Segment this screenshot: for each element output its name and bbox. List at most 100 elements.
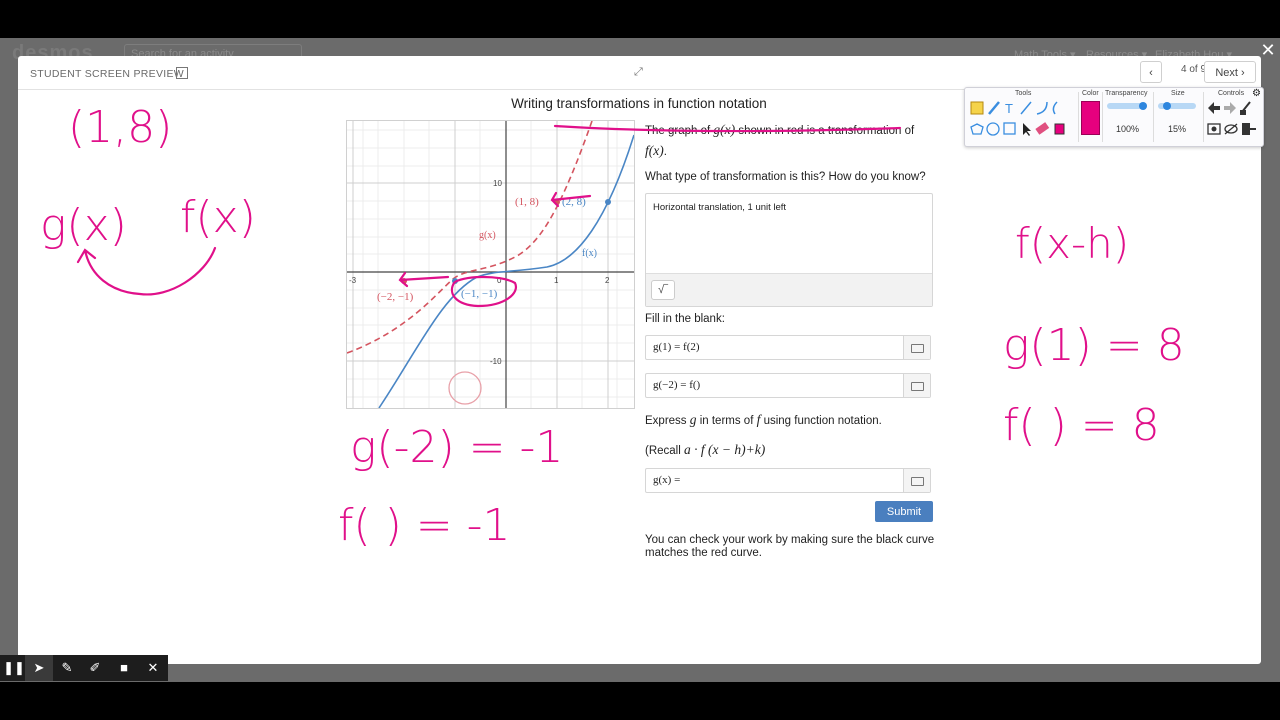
keyboard-button-3[interactable]	[903, 469, 930, 492]
question-2: What type of transformation is this? How…	[645, 171, 926, 183]
keyboard-button-1[interactable]	[903, 336, 930, 359]
tick-x-1: 1	[554, 276, 559, 285]
size-value: 15%	[1168, 124, 1187, 134]
transparency-value: 100%	[1116, 124, 1140, 134]
transparency-knob[interactable]	[1139, 102, 1147, 110]
highlighter-icon[interactable]: ✐	[81, 655, 109, 681]
q1-text-b: shown in red is a	[738, 125, 825, 137]
pointer-icon[interactable]: ➤	[25, 655, 53, 681]
controls-grid[interactable]	[1206, 98, 1262, 144]
cursor-ring	[448, 371, 482, 405]
gx-expression-value: g(x) =	[653, 474, 681, 486]
q4-math-g: g	[689, 412, 697, 427]
rectangle-icon	[1003, 122, 1016, 135]
graph-panel[interactable]: -3 1 2 10 -10 0 g(x) f(x) (1, 8) (2, 8) …	[346, 120, 635, 409]
point-f-neg1-neg1	[452, 278, 458, 284]
color-label: Color	[1082, 90, 1099, 97]
blank-field-2-value: g(−2) = f()	[653, 379, 701, 391]
tick-y-10: 10	[493, 179, 502, 188]
q4-text-a: Express	[645, 415, 687, 427]
point-g-neg2-neg1	[401, 278, 407, 284]
label-point-neg2-neg1: (−2, −1)	[377, 291, 414, 303]
close-preview-icon[interactable]: ✕	[1258, 40, 1278, 60]
pause-icon[interactable]: ❚❚	[0, 655, 28, 681]
controls-label: Controls	[1218, 90, 1245, 97]
q1-math-g: g(x)	[713, 122, 736, 137]
tools-grid[interactable]: T	[969, 98, 1077, 144]
q1-text-d: of	[904, 125, 915, 137]
question-3: Fill in the blank:	[645, 313, 725, 325]
polygon-icon	[970, 123, 984, 135]
recording-toolbar: ❚❚ ➤ ✎ ✐ ■ ✕	[0, 655, 168, 681]
tick-origin: 0	[497, 276, 502, 285]
g-curve-label: g(x)	[479, 230, 496, 241]
point-g-1-8	[554, 199, 560, 205]
undo-icon	[1208, 102, 1220, 114]
text-icon: T	[1005, 101, 1013, 116]
select-arrow-icon	[1023, 123, 1031, 136]
gx-expression-field[interactable]: g(x) =	[645, 468, 931, 493]
answer-toolbar: √‾	[646, 273, 932, 306]
submit-button[interactable]: Submit	[875, 501, 933, 522]
tools-label: Tools	[1015, 90, 1032, 97]
q1-text-c: transformation	[827, 125, 902, 137]
popout-icon[interactable]	[176, 67, 188, 79]
q4-math-f: f	[756, 412, 761, 427]
transparency-label: Transparency	[1105, 90, 1148, 97]
student-preview-modal: STUDENT SCREEN PREVIEW ⤢ ‹ 4 of 9 Next ›…	[18, 56, 1261, 664]
label-point-2-8: (2, 8)	[562, 196, 586, 208]
size-slider[interactable]	[1158, 102, 1196, 110]
blank-field-1[interactable]: g(1) = f(2)	[645, 335, 931, 360]
label-point-1-8: (1, 8)	[515, 196, 539, 208]
next-label: Next	[1215, 67, 1238, 79]
keyboard-button-2[interactable]	[903, 374, 930, 397]
function-graph: -3 1 2 10 -10 0 g(x) f(x) (1, 8) (2, 8) …	[346, 120, 635, 409]
activity-title: Writing transformations in function nota…	[511, 96, 767, 111]
question-4: Express g in terms of f using function n…	[645, 412, 882, 428]
close-icon[interactable]: ✕	[139, 655, 167, 681]
color-swatch[interactable]	[1081, 101, 1100, 135]
fill-bucket-icon	[1054, 123, 1065, 135]
line-icon	[1020, 101, 1032, 115]
pencil-icon	[970, 101, 984, 115]
sketch-toolbar: Tools Color Transparency Size Controls T…	[964, 87, 1264, 147]
keyboard-icon	[911, 477, 924, 486]
transformation-answer-value: Horizontal translation, 1 unit left	[653, 202, 787, 213]
eraser-icon	[1035, 122, 1050, 135]
q1-text-a: The graph of	[645, 125, 711, 137]
question-1: The graph of g(x) shown in red is a tran…	[645, 120, 935, 162]
snapshot-icon	[1207, 123, 1221, 135]
f-curve-label: f(x)	[582, 248, 597, 259]
next-screen-button[interactable]: Next ›	[1204, 61, 1256, 83]
clear-icon	[1240, 101, 1251, 115]
settings-gear-icon[interactable]: ⚙	[1252, 88, 1261, 99]
transparency-slider[interactable]	[1107, 102, 1147, 110]
highlighter-icon	[988, 101, 1000, 115]
q1-math-f: f(x)	[645, 143, 664, 158]
size-label: Size	[1171, 90, 1185, 97]
expand-icon[interactable]: ⤢	[634, 66, 646, 78]
pen-icon[interactable]: ✎	[53, 655, 81, 681]
preview-label: STUDENT SCREEN PREVIEW	[30, 68, 185, 80]
blank-field-1-value: g(1) = f(2)	[653, 341, 700, 353]
sqrt-button[interactable]: √‾	[651, 280, 675, 300]
keyboard-icon	[911, 382, 924, 391]
check-note: You can check your work by making sure t…	[645, 534, 935, 559]
recall-note: (Recall a · f (x − h)+k)	[645, 442, 765, 458]
page-count: 4 of 9	[1181, 64, 1207, 75]
tick-y-neg10: -10	[490, 357, 502, 366]
exit-icon	[1242, 123, 1256, 135]
point-f-2-8	[605, 199, 611, 205]
redo-icon	[1224, 102, 1236, 114]
previous-screen-button[interactable]: ‹	[1140, 61, 1162, 83]
preview-header: STUDENT SCREEN PREVIEW ⤢	[18, 56, 1261, 90]
visibility-icon	[1224, 123, 1238, 135]
size-knob[interactable]	[1162, 102, 1171, 110]
transformation-answer-textarea[interactable]: Horizontal translation, 1 unit left √‾	[645, 193, 933, 307]
svg-text:T: T	[1005, 101, 1013, 116]
blank-field-2[interactable]: g(−2) = f()	[645, 373, 931, 398]
circle-icon	[986, 122, 1000, 136]
camera-icon[interactable]: ■	[110, 655, 138, 681]
q4-text-b: in terms of	[699, 415, 754, 427]
recall-prefix: (Recall	[645, 445, 681, 457]
